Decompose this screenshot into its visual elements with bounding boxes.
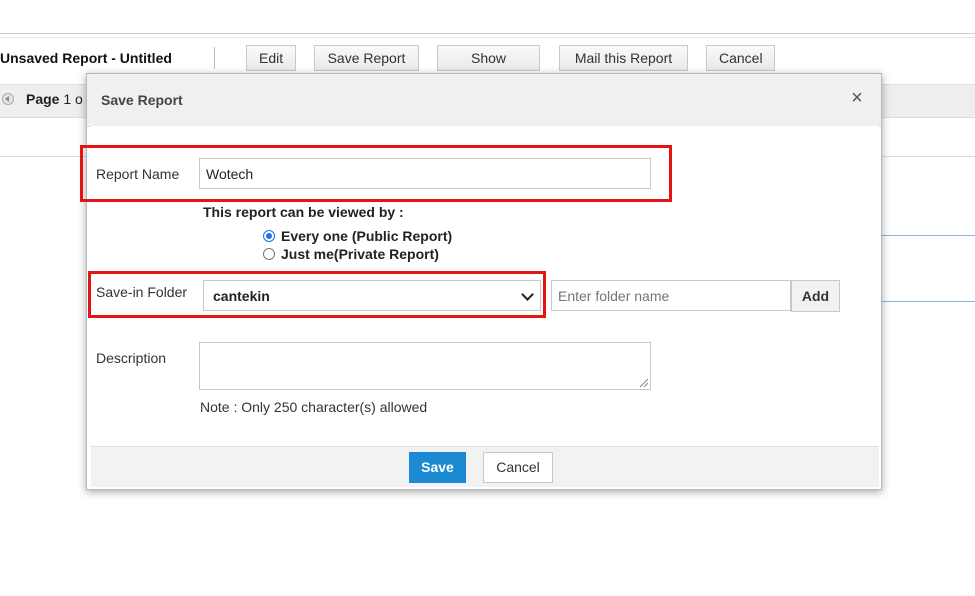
folder-name-input[interactable] xyxy=(551,280,791,311)
top-divider-secondary xyxy=(0,37,975,38)
pager-page-label: Page xyxy=(26,91,60,107)
save-report-button[interactable]: Save Report xyxy=(314,45,419,71)
dialog-header: Save Report × xyxy=(87,74,881,127)
dialog-footer: Save Cancel xyxy=(91,446,879,487)
radio-public-button[interactable] xyxy=(263,230,275,242)
highlight-save-in-folder xyxy=(88,271,546,318)
description-label: Description xyxy=(96,350,167,366)
description-textarea[interactable] xyxy=(199,342,651,390)
previous-page-icon[interactable] xyxy=(2,93,14,105)
report-grid-line xyxy=(880,301,975,302)
add-folder-button[interactable]: Add xyxy=(791,280,840,312)
pager-page-number: 1 o xyxy=(63,91,83,107)
edit-button[interactable]: Edit xyxy=(246,45,296,71)
report-title: Unsaved Report - Untitled xyxy=(0,50,172,66)
toolbar-separator xyxy=(214,47,215,69)
report-grid-line xyxy=(880,235,975,236)
visibility-label: This report can be viewed by : xyxy=(203,204,404,220)
top-divider xyxy=(0,33,975,34)
radio-private-button[interactable] xyxy=(263,248,275,260)
pager-label: Page 1 o xyxy=(26,91,83,107)
save-button[interactable]: Save xyxy=(409,452,466,483)
cancel-toolbar-button[interactable]: Cancel xyxy=(706,45,775,71)
cancel-button[interactable]: Cancel xyxy=(483,452,553,483)
radio-public-label: Every one (Public Report) xyxy=(281,228,453,244)
radio-private-label: Just me(Private Report) xyxy=(281,246,439,262)
mail-report-button[interactable]: Mail this Report xyxy=(559,45,688,71)
close-icon[interactable]: × xyxy=(849,88,865,108)
resize-handle-icon[interactable] xyxy=(640,379,648,387)
show-query-button[interactable]: Show Query xyxy=(437,45,540,90)
dialog-title: Save Report xyxy=(101,92,183,108)
highlight-report-name xyxy=(80,145,672,202)
character-limit-note: Note : Only 250 character(s) allowed xyxy=(200,399,428,415)
